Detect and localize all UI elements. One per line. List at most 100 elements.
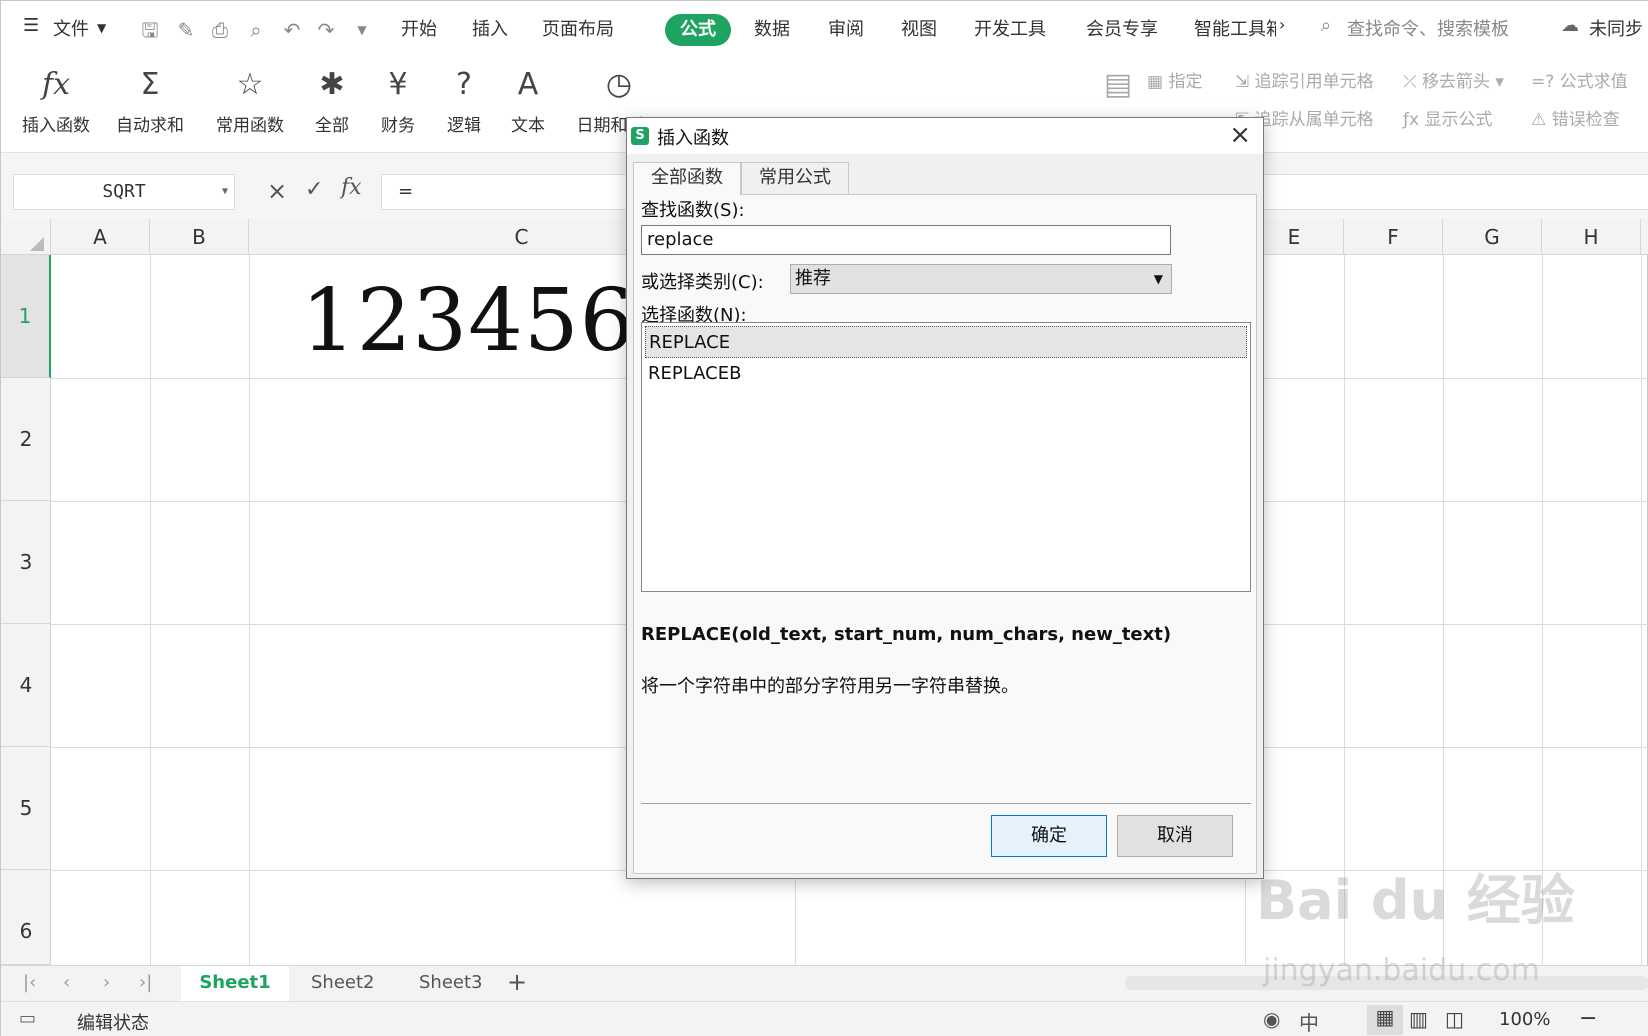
button-label: 文本 — [511, 116, 545, 136]
tab-review[interactable]: 审阅 — [828, 15, 864, 41]
save-icon[interactable]: 🖫 — [137, 17, 163, 43]
column-header-g[interactable]: G — [1443, 219, 1542, 255]
macro-record-icon[interactable]: ▭ — [19, 1008, 36, 1029]
row-header-5[interactable]: 5 — [1, 747, 51, 870]
wps-logo-icon: S — [631, 127, 649, 145]
all-functions-button[interactable]: ✱ 全部 — [307, 65, 357, 136]
tab-home[interactable]: 开始 — [401, 15, 437, 41]
tab-data[interactable]: 数据 — [754, 15, 790, 41]
customize-icon[interactable]: ▼ — [349, 17, 375, 43]
fx-icon[interactable]: fx — [341, 175, 362, 200]
show-formulas-button[interactable]: ƒx 显示公式 — [1403, 105, 1492, 130]
format-painter-icon[interactable]: ✎ — [173, 17, 199, 43]
sheet-tab-sheet1[interactable]: Sheet1 — [181, 966, 289, 1002]
command-search[interactable]: 查找命令、搜索模板 — [1347, 15, 1509, 41]
tab-all-functions[interactable]: 全部函数 — [633, 162, 741, 195]
button-label: 移去箭头 — [1422, 72, 1491, 92]
cancel-edit-icon[interactable]: × — [267, 177, 287, 205]
logical-button[interactable]: ? 逻辑 — [439, 65, 489, 136]
file-menu[interactable]: 文件 — [53, 15, 89, 41]
row-headers: 1 2 3 4 5 6 — [1, 255, 51, 965]
zoom-out-icon[interactable]: − — [1579, 1006, 1597, 1031]
tab-formula[interactable]: 公式 — [665, 14, 731, 46]
list-item-replaceb[interactable]: REPLACEB — [645, 358, 1247, 390]
tab-view[interactable]: 视图 — [901, 15, 937, 41]
define-name-button[interactable]: ▦ 指定 — [1147, 67, 1202, 92]
row-header-4[interactable]: 4 — [1, 624, 51, 747]
tab-insert[interactable]: 插入 — [472, 15, 508, 41]
select-all-corner[interactable] — [1, 219, 51, 255]
remove-arrows-button[interactable]: ⤫ 移去箭头 ▾ — [1403, 67, 1504, 92]
tab-common-formulas[interactable]: 常用公式 — [741, 162, 849, 194]
row-header-3[interactable]: 3 — [1, 501, 51, 624]
sheet-tab-sheet2[interactable]: Sheet2 — [311, 972, 375, 993]
row-header-1[interactable]: 1 — [1, 255, 51, 378]
button-label: 追踪从属单元格 — [1254, 110, 1374, 130]
common-functions-button[interactable]: ☆ 常用函数 — [207, 65, 293, 136]
cloud-icon[interactable]: ☁ — [1561, 15, 1579, 36]
input-method-icon[interactable]: 中 — [1299, 1007, 1319, 1036]
autosum-button[interactable]: Σ 自动求和 — [107, 65, 193, 136]
asterisk-icon: ✱ — [319, 67, 345, 102]
eye-protection-icon[interactable]: ◉ — [1263, 1007, 1280, 1031]
redo-icon[interactable]: ↷ — [313, 17, 339, 43]
search-icon[interactable]: ⌕ — [1321, 15, 1331, 36]
prev-sheet-icon[interactable]: ‹ — [63, 972, 70, 993]
zoom-level[interactable]: 100% — [1499, 1009, 1550, 1030]
reading-view-icon[interactable]: ◫ — [1445, 1007, 1464, 1031]
normal-view-icon[interactable]: ▦ — [1367, 1005, 1403, 1035]
category-select[interactable]: 推荐 ▼ — [790, 264, 1172, 294]
last-sheet-icon[interactable]: ›| — [139, 972, 152, 993]
dialog-title-bar[interactable]: S 插入函数 × — [627, 118, 1263, 154]
trace-precedents-button[interactable]: ⇲ 追踪引用单元格 — [1235, 67, 1374, 92]
sync-status[interactable]: 未同步 — [1589, 15, 1643, 41]
financial-button[interactable]: ¥ 财务 — [373, 65, 423, 136]
print-preview-icon[interactable]: ⌕ — [243, 17, 269, 43]
first-sheet-icon[interactable]: |‹ — [23, 972, 36, 993]
chevron-down-icon[interactable]: ▼ — [97, 21, 106, 35]
sheet-tab-sheet3[interactable]: Sheet3 — [419, 972, 483, 993]
tab-developer[interactable]: 开发工具 — [974, 15, 1046, 41]
watermark-logo: Bai du 经验 — [1256, 869, 1575, 932]
button-label: 公式求值 — [1559, 72, 1628, 92]
chevron-down-icon[interactable]: ▼ — [222, 175, 228, 209]
name-manager-button[interactable]: ▤ — [1091, 65, 1145, 111]
button-label: 常用函数 — [216, 116, 284, 136]
edit-mode-status: 编辑状态 — [77, 1013, 149, 1034]
tab-member[interactable]: 会员专享 — [1086, 15, 1158, 41]
confirm-edit-icon[interactable]: ✓ — [305, 177, 323, 202]
undo-icon[interactable]: ↶ — [279, 17, 305, 43]
row-header-2[interactable]: 2 — [1, 378, 51, 501]
tab-smart-tools[interactable]: 智能工具箱 — [1194, 15, 1276, 41]
row-header-6[interactable]: 6 — [1, 870, 51, 965]
column-header-a[interactable]: A — [51, 219, 150, 255]
cancel-button[interactable]: 取消 — [1117, 815, 1233, 857]
search-input[interactable]: replace — [641, 225, 1171, 255]
list-item-replace[interactable]: REPLACE — [645, 326, 1247, 358]
column-header-b[interactable]: B — [150, 219, 249, 255]
add-sheet-icon[interactable]: + — [507, 968, 527, 996]
button-label: 插入函数 — [22, 116, 90, 136]
evaluate-formula-button[interactable]: =? 公式求值 — [1531, 67, 1628, 92]
clock-icon: ◷ — [605, 67, 633, 102]
column-header-h[interactable]: H — [1542, 219, 1641, 255]
button-label: 显示公式 — [1424, 110, 1493, 130]
name-box[interactable]: SQRT ▼ — [13, 174, 235, 210]
function-list[interactable]: REPLACE REPLACEB — [641, 322, 1251, 592]
next-sheet-icon[interactable]: › — [103, 972, 110, 993]
tab-page-layout[interactable]: 页面布局 — [542, 15, 614, 41]
column-header-f[interactable]: F — [1344, 219, 1443, 255]
print-icon[interactable]: ⎙ — [207, 17, 233, 43]
hamburger-icon[interactable]: ☰ — [23, 15, 39, 36]
question-icon: ? — [456, 67, 472, 102]
text-button[interactable]: A 文本 — [503, 65, 553, 136]
grid-line — [150, 255, 151, 965]
page-break-view-icon[interactable]: ▥ — [1409, 1007, 1428, 1031]
error-check-button[interactable]: ⚠ 错误检查 — [1531, 105, 1620, 130]
close-icon[interactable]: × — [1229, 120, 1251, 150]
chevron-right-icon[interactable]: › — [1279, 15, 1285, 34]
ok-button[interactable]: 确定 — [991, 815, 1107, 857]
button-label: 全部 — [315, 116, 349, 136]
spreadsheet-window: ☰ 文件 ▼ 🖫 ✎ ⎙ ⌕ ↶ ↷ ▼ 开始 插入 页面布局 公式 数据 审阅… — [0, 0, 1648, 1036]
insert-function-button[interactable]: fx 插入函数 — [19, 65, 93, 136]
